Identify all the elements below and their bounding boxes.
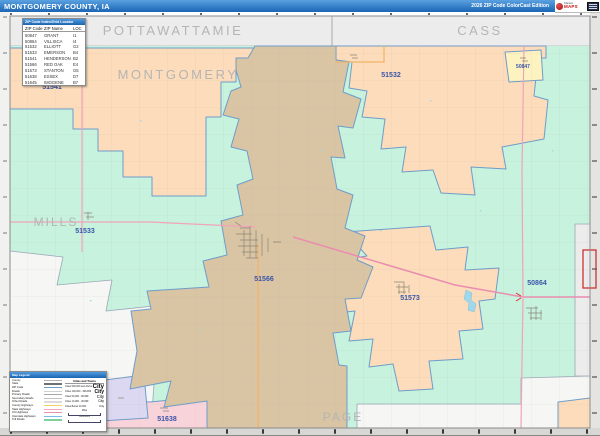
zip-label-51532: 51532: [381, 72, 401, 79]
county-label-montgomery: MONTGOMERY: [118, 67, 239, 82]
col-loc: LOC: [73, 25, 82, 31]
cell-name: STANTON: [44, 67, 64, 73]
scale-bars: Miles Kilometers: [65, 410, 104, 424]
county-label-page: PAGE: [323, 410, 363, 424]
cell-name: GRANT: [44, 32, 59, 38]
cell-name: ESSEX: [44, 73, 58, 79]
zip-label-51566: 51566: [254, 276, 274, 283]
table-row: 51638 ESSEX D7: [23, 73, 85, 79]
scale-km-bar: [68, 419, 101, 424]
col-zip-name: ZIP Name: [44, 25, 63, 31]
logo-plate-icon: [587, 1, 599, 11]
cell-zip: 51532: [25, 44, 37, 50]
cell-name: ELLIOTT: [44, 44, 61, 50]
county-label-pottawattamie: POTTAWATTAMIE: [103, 23, 244, 38]
map-poster: POTTAWATTAMIE CASS MONTGOMERY MILLS PAGE…: [0, 0, 600, 436]
table-row: 50847 GRANT I1: [23, 32, 85, 38]
title-bar: MONTGOMERY COUNTY, IA 2026 ZIP Code Colo…: [0, 0, 555, 12]
legend-cities-column: Cities and Towns Cities 500,000 and Abov…: [65, 379, 104, 424]
cell-name: RED OAK: [44, 62, 63, 67]
zip-label-51638: 51638: [157, 416, 177, 423]
cell-name: VILLISCA: [44, 38, 63, 44]
legend-item: Toll Roads: [12, 418, 62, 422]
col-zip-code: ZIP Code: [25, 25, 43, 31]
cell-zip: 51541: [25, 56, 37, 62]
page-title: MONTGOMERY COUNTY, IA: [4, 1, 110, 11]
county-label-mills: MILLS: [34, 215, 79, 229]
table-row: 51566 RED OAK E4: [23, 62, 85, 68]
scale-km-label: Kilometers: [79, 416, 90, 419]
scale-miles-label: Miles: [81, 409, 88, 412]
table-row: 51541 HENDERSON B2: [23, 56, 85, 62]
cell-loc: I1: [73, 32, 77, 38]
cell-loc: B4: [73, 50, 79, 56]
cell-loc: G5: [73, 67, 79, 73]
cell-loc: I4: [73, 38, 77, 44]
table-row: 51645 IMOGENE B7: [23, 79, 85, 85]
zip-table-header-row: ZIP Code ZIP Name LOC: [23, 25, 85, 33]
table-row: 50864 VILLISCA I4: [23, 38, 85, 44]
table-row: 51532 ELLIOTT G2: [23, 44, 85, 50]
cell-zip: 51645: [25, 79, 37, 85]
scale-miles-bar: [68, 412, 101, 417]
cell-name: EMERSON: [44, 50, 66, 56]
zip-label-51533: 51533: [75, 228, 95, 235]
cell-loc: E4: [73, 62, 79, 67]
cell-zip: 51573: [25, 67, 37, 73]
cell-loc: B7: [73, 79, 79, 85]
cell-zip: 50847: [25, 32, 37, 38]
cell-name: HENDERSON: [44, 56, 71, 62]
legend-line-items: County State ZIP Code Roads Primary Road…: [12, 379, 62, 424]
city-class-row: Cities Below 10,000 City: [65, 404, 104, 409]
cell-loc: B2: [73, 56, 79, 62]
logo-text-maps: MAPS: [564, 4, 578, 10]
cell-loc: D7: [73, 73, 79, 79]
zip-label-51573: 51573: [400, 295, 420, 302]
zip-label-50864: 50864: [527, 280, 547, 287]
table-row: 51533 EMERSON B4: [23, 50, 85, 56]
cell-loc: G2: [73, 44, 79, 50]
zip-index-table: ZIP Code Index/Grid Locator ZIP Code ZIP…: [22, 18, 86, 87]
table-row: 51573 STANTON G5: [23, 67, 85, 73]
brand-logo: Market MAPS: [555, 0, 600, 13]
edition-label: 2026 ZIP Code ColorCast Edition: [471, 3, 549, 9]
cell-zip: 51533: [25, 50, 37, 56]
map-legend: Map Legend County State ZIP Code Roads P…: [9, 371, 107, 432]
logo-globe-icon: [556, 2, 563, 10]
cell-zip: 51638: [25, 73, 37, 79]
cell-zip: 50864: [25, 38, 37, 44]
region-pottawattamie-cass-band: [9, 15, 591, 47]
cell-zip: 51566: [25, 62, 37, 67]
county-label-cass: CASS: [457, 23, 502, 38]
zip-label-50847: 50847: [516, 64, 530, 70]
outside-county-areas: [9, 15, 591, 47]
cell-name: IMOGENE: [44, 79, 64, 85]
